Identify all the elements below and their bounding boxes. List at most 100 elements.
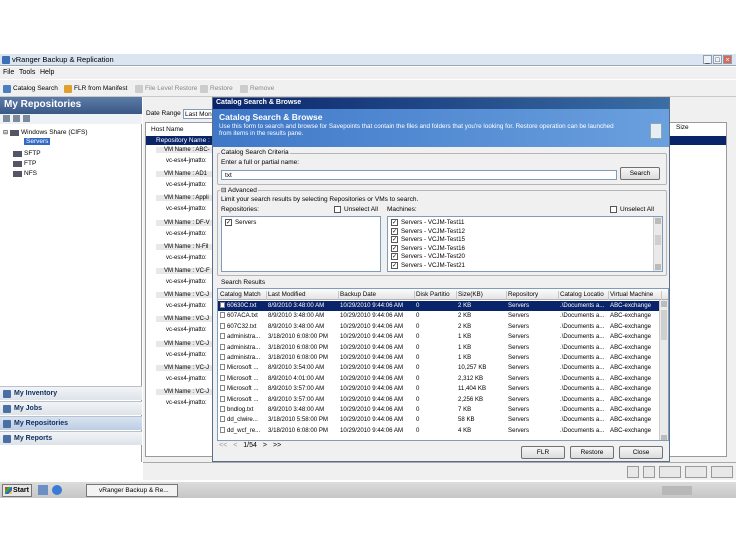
table-row[interactable]: 607ACA.txt 8/9/2010 3:48:00 AM 10/29/2010 …	[218, 311, 661, 321]
maximize-button[interactable]: □	[713, 55, 722, 64]
machine-item[interactable]: ✓ Servers - VCJM-Test15	[391, 236, 465, 244]
machine-checkbox[interactable]: ✓	[391, 253, 398, 261]
column-header[interactable]: Backup Date	[340, 291, 415, 300]
host-name-header[interactable]: Host Name	[148, 124, 184, 135]
quicklaunch-explorer-icon[interactable]	[38, 485, 48, 495]
vm-host-row[interactable]: vc-esx4-jmatto:	[166, 352, 207, 358]
scroll-thumb[interactable]	[661, 310, 667, 340]
vm-host-row[interactable]: vc-esx4-jmatto:	[166, 327, 207, 333]
vm-group-header[interactable]: VM Name : VC-J	[156, 389, 216, 395]
machine-item[interactable]: ✓ Servers - VCJM-Test11	[391, 219, 465, 226]
vm-group-header[interactable]: VM Name : Appli	[156, 195, 216, 202]
machine-item[interactable]: ✓ Servers - VCJM-Test16	[391, 244, 465, 252]
tree-item-ftp[interactable]: FTP	[13, 160, 36, 167]
vm-host-row[interactable]: vc-esx4-jmatto:	[166, 303, 207, 309]
scroll-up-icon[interactable]	[661, 301, 667, 307]
tree-item-sftp[interactable]: SFTP	[13, 150, 41, 157]
tree-item-servers[interactable]: Servers	[24, 138, 51, 145]
vm-host-row[interactable]: vc-esx4-jmatto:	[166, 158, 207, 164]
table-row[interactable]: administra... 3/18/2010 6:08:00 PM 10/29/2…	[218, 332, 661, 342]
menu-file[interactable]: File	[3, 69, 14, 76]
column-header[interactable]: Disk Partitio	[416, 291, 457, 300]
tree-item-nfs[interactable]: NFS	[13, 170, 37, 177]
size-header[interactable]: Size	[676, 124, 689, 131]
machines-scrollbar[interactable]	[653, 217, 662, 271]
catalog-search-button[interactable]: Catalog Search	[3, 83, 58, 94]
search-input[interactable]: txt	[221, 170, 617, 180]
results-scrollbar[interactable]	[659, 300, 668, 440]
column-header[interactable]: Catalog Locatio	[560, 291, 609, 300]
machine-checkbox[interactable]: ✓	[391, 262, 398, 269]
close-window-button[interactable]: ×	[723, 55, 732, 64]
vm-group-header[interactable]: VM Name : VC-J	[156, 364, 216, 371]
vm-group-header[interactable]: VM Name : N-Fil	[156, 243, 216, 250]
vm-host-row[interactable]: vc-esx4-jmatto:	[166, 255, 207, 261]
unselect-all-machines-checkbox[interactable]	[610, 206, 617, 213]
edit-icon[interactable]	[13, 115, 20, 122]
vm-group-header[interactable]: VM Name : VC-J	[156, 340, 216, 347]
column-header[interactable]: Last Modified	[268, 291, 339, 300]
last-page-button[interactable]: >>	[273, 442, 281, 449]
vm-group-header[interactable]: VM Name : VC-F	[156, 268, 216, 274]
table-row[interactable]: Microsoft ... 8/9/2010 3:57:00 AM 10/29/20…	[218, 395, 661, 405]
machine-checkbox[interactable]: ✓	[391, 236, 398, 244]
column-header[interactable]: Catalog Match	[220, 291, 267, 300]
nav-my-repositories[interactable]: My Repositories	[0, 416, 142, 430]
restore-toolbar-button[interactable]: Restore	[200, 83, 233, 94]
machine-checkbox[interactable]: ✓	[391, 227, 398, 235]
vm-group-header[interactable]: VM Name : VC-J	[156, 316, 216, 323]
delete-icon[interactable]	[23, 115, 30, 122]
status-tool-icon[interactable]	[627, 466, 639, 478]
table-row[interactable]: Microsoft ... 8/9/2010 3:57:00 AM 10/29/20…	[218, 384, 661, 394]
nav-my-jobs[interactable]: My Jobs	[0, 401, 142, 415]
vm-group-header[interactable]: VM Name : VC-J	[156, 292, 216, 299]
vm-host-row[interactable]: vc-esx4-jmatto:	[166, 182, 207, 188]
scroll-down-icon[interactable]	[655, 264, 661, 270]
table-row[interactable]: administra... 3/18/2010 6:08:00 PM 10/29/2…	[218, 343, 661, 353]
search-button[interactable]: Search	[620, 167, 660, 180]
repository-checkbox[interactable]: ✓	[225, 219, 232, 226]
flr-button[interactable]: FLR	[521, 446, 565, 459]
table-row[interactable]: administra... 3/18/2010 6:08:00 PM 10/29/2…	[218, 353, 661, 363]
column-header[interactable]: Repository	[508, 291, 559, 300]
status-info-icon[interactable]	[643, 466, 655, 478]
table-row[interactable]: Microsoft ... 8/9/2010 4:01:00 AM 10/29/20…	[218, 374, 661, 384]
repository-item[interactable]: ✓ Servers	[225, 219, 256, 226]
file-level-restore-button[interactable]: File Level Restore	[135, 83, 197, 94]
machine-checkbox[interactable]: ✓	[391, 244, 398, 252]
date-range-select[interactable]: Last Mon	[183, 109, 215, 119]
vm-group-header[interactable]: VM Name : AD1	[156, 171, 216, 178]
table-row[interactable]: Microsoft ... 8/9/2010 3:54:00 AM 10/29/20…	[218, 363, 661, 373]
machine-checkbox[interactable]: ✓	[391, 219, 398, 226]
next-page-button[interactable]: >	[263, 442, 267, 449]
column-header[interactable]: Size(KB)	[458, 291, 507, 300]
prev-page-button[interactable]: <	[233, 442, 237, 449]
scroll-up-icon[interactable]	[655, 218, 661, 224]
table-row[interactable]: dd_clwire... 3/18/2010 5:58:00 PM 10/29/20…	[218, 415, 661, 425]
table-row[interactable]: 607C32.txt 8/9/2010 3:48:00 AM 10/29/2010 …	[218, 322, 661, 332]
restore-button[interactable]: Restore	[570, 446, 614, 459]
first-page-button[interactable]: <<	[219, 442, 227, 449]
table-row[interactable]: 60630C.txt 8/9/2010 3:48:00 AM 10/29/2010 …	[218, 301, 661, 312]
table-row[interactable]: bndlog.txt 8/9/2010 3:48:00 AM 10/29/2010 …	[218, 405, 661, 415]
remove-button[interactable]: Remove	[240, 83, 274, 94]
machine-item[interactable]: ✓ Servers - VCJM-Test12	[391, 227, 465, 235]
column-header[interactable]: Virtual Machine	[610, 291, 662, 300]
scroll-down-icon[interactable]	[661, 435, 667, 440]
vm-host-row[interactable]: vc-esx4-jmatto:	[166, 231, 207, 237]
nav-my-inventory[interactable]: My Inventory	[0, 386, 142, 400]
tray-icons[interactable]	[662, 486, 692, 495]
machine-item[interactable]: ✓ Servers - VCJM-Test21	[391, 262, 465, 269]
vm-host-row[interactable]: vc-esx4-jmatto:	[166, 206, 207, 212]
quicklaunch-ie-icon[interactable]	[52, 485, 62, 495]
minimize-button[interactable]: _	[703, 55, 712, 64]
add-icon[interactable]	[3, 115, 10, 122]
machine-item[interactable]: ✓ Servers - VCJM-Test20	[391, 253, 465, 261]
menu-help[interactable]: Help	[40, 69, 54, 76]
scroll-thumb[interactable]	[655, 235, 661, 245]
start-button[interactable]: Start	[2, 484, 32, 497]
menu-tools[interactable]: Tools	[19, 69, 35, 76]
tree-item-cifs[interactable]: ⊟ Windows Share (CIFS)	[3, 129, 88, 136]
vm-host-row[interactable]: vc-esx4-jmatto:	[166, 400, 207, 406]
taskbar-item-vranger[interactable]: vRanger Backup & Re...	[86, 484, 178, 497]
